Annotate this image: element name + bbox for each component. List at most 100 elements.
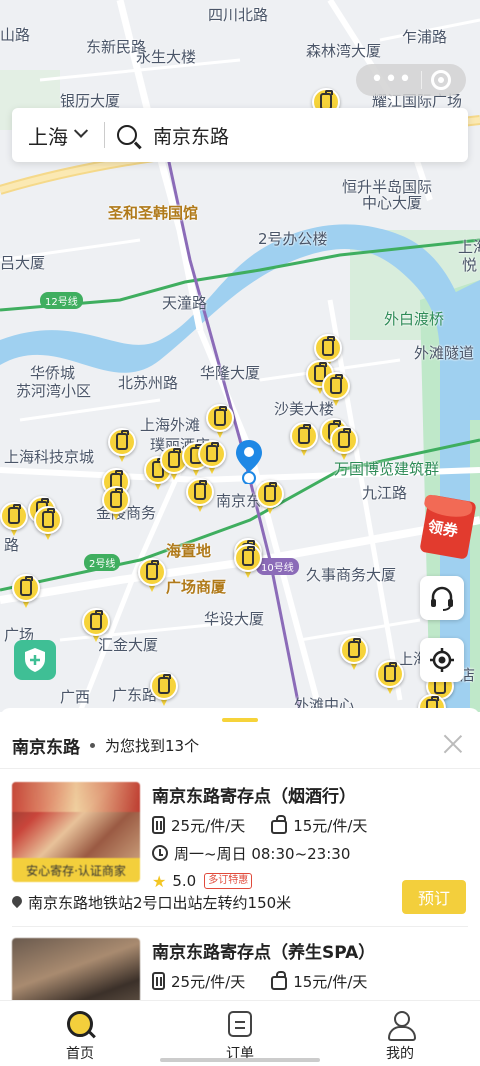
luggage-locker-pin[interactable] [0, 502, 28, 538]
map-place-label: 海置地 [166, 542, 212, 560]
results-keyword: 南京东路 [12, 737, 80, 758]
order-list-icon [228, 1011, 252, 1037]
luggage-locker-pin[interactable] [256, 480, 284, 516]
store-divider [12, 926, 468, 927]
store-card[interactable]: 安心寄存·认证商家 南京东路寄存点（烟酒行） 25元/件/天 15元/件/天 周… [12, 782, 468, 922]
luggage-icon [158, 674, 171, 694]
luggage-locker-pin[interactable] [330, 426, 358, 462]
large-price-text: 15元/件/天 [293, 972, 368, 991]
selected-location-pin[interactable] [236, 440, 262, 484]
luggage-locker-pin[interactable] [234, 544, 262, 580]
headset-icon [431, 586, 453, 611]
luggage-locker-pin[interactable] [376, 660, 404, 696]
map-place-label: 圣和圣韩国馆 [108, 204, 199, 222]
luggage-locker-pin[interactable] [198, 440, 226, 476]
insurance-button[interactable] [14, 640, 56, 680]
close-icon[interactable] [442, 732, 464, 754]
tab-me[interactable]: 我的 [320, 1001, 480, 1066]
search-icon[interactable] [117, 125, 137, 145]
store-photo[interactable]: 安心寄存·认证商家 [12, 782, 140, 882]
map-place-label: 悦 [462, 256, 478, 274]
luggage-icon [168, 448, 181, 468]
luggage-locker-pin[interactable] [102, 486, 130, 522]
mini-program-capsule[interactable]: ••• [356, 64, 466, 96]
close-miniprogram-icon[interactable] [431, 70, 452, 90]
search-input[interactable]: 南京东路 [153, 122, 229, 149]
luggage-locker-pin[interactable] [322, 372, 350, 408]
tab-orders[interactable]: 订单 [160, 1001, 320, 1066]
luggage-icon [110, 488, 123, 508]
luggage-locker-pin[interactable] [108, 428, 136, 464]
luggage-locker-pin[interactable] [82, 608, 110, 644]
hours-row: 周一~周日 08:30~23:30 [152, 842, 468, 864]
results-sheet[interactable]: 南京东路 为您找到13个 安心寄存·认证商家 南京东路寄存点（烟酒行） 25元/… [0, 708, 480, 1000]
luggage-icon [20, 576, 33, 596]
address-text: 南京东路地铁站2号口出站左转约150米 [28, 894, 292, 912]
map-place-label: 广西 [60, 688, 91, 706]
map-view[interactable]: 四川北路 山路 东新民路 永生大楼 森林湾大厦 乍浦路 银历大厦 耀江国际广场 恒升半岛国际 中心… [0, 0, 480, 712]
map-place-label: 上海科技京城 [4, 448, 95, 466]
tab-home-label: 首页 [66, 1046, 94, 1062]
customer-service-button[interactable] [420, 576, 464, 620]
map-place-label: 2号办公楼 [258, 230, 328, 248]
bottom-tab-bar: 首页 订单 我的 [0, 1000, 480, 1066]
suitcase-icon [152, 972, 165, 990]
rating-value: 5.0 [172, 872, 197, 890]
map-place-label: 外滩隧道 [414, 344, 475, 362]
small-price-text: 25元/件/天 [171, 816, 246, 835]
map-place-label: 华设大厦 [204, 610, 265, 628]
luggage-icon [116, 430, 129, 450]
luggage-icon [42, 508, 55, 528]
store-address[interactable]: 南京东路地铁站2号口出站左转约150米 [12, 892, 291, 913]
map-place-label: 华隆大厦 [200, 364, 261, 382]
city-label: 上海 [28, 124, 68, 149]
coupon-button[interactable]: 领券 [419, 493, 480, 560]
luggage-locker-pin[interactable] [340, 636, 368, 672]
suitcase-icon [152, 816, 165, 834]
results-header: 南京东路 为您找到13个 [12, 732, 468, 758]
large-item-price: 15元/件/天 [271, 815, 367, 836]
map-place-label: 永生大楼 [136, 48, 197, 66]
more-dots-icon[interactable]: ••• [371, 69, 413, 91]
map-place-label: 乍浦路 [402, 28, 448, 46]
luggage-icon [322, 336, 335, 356]
capsule-divider [421, 71, 423, 89]
luggage-icon [146, 560, 159, 580]
bag-icon [271, 815, 288, 834]
price-row: 25元/件/天 15元/件/天 [152, 970, 468, 992]
map-place-label: 中心大厦 [362, 194, 423, 212]
locate-me-button[interactable] [420, 638, 464, 682]
home-indicator [160, 1058, 320, 1062]
store-photo[interactable] [12, 938, 140, 1000]
map-place-label: 九江路 [362, 484, 408, 502]
luggage-locker-pin[interactable] [138, 558, 166, 594]
luggage-locker-pin[interactable] [150, 672, 178, 708]
header-dot [90, 742, 95, 748]
small-item-price: 25元/件/天 [152, 971, 245, 992]
bag-icon [271, 971, 288, 990]
luggage-icon [338, 428, 351, 448]
city-selector[interactable]: 上海 [12, 121, 104, 150]
book-button[interactable]: 预订 [402, 880, 466, 914]
sheet-drag-handle[interactable] [222, 718, 258, 722]
luggage-icon [298, 424, 311, 444]
tab-home[interactable]: 首页 [0, 1001, 160, 1066]
tab-me-label: 我的 [386, 1046, 414, 1062]
price-row: 25元/件/天 15元/件/天 [152, 814, 468, 836]
map-place-label: 南京东 [216, 492, 262, 510]
map-place-label: 北苏州路 [118, 374, 179, 392]
luggage-locker-pin[interactable] [186, 478, 214, 514]
luggage-locker-pin[interactable] [34, 506, 62, 542]
large-price-text: 15元/件/天 [293, 816, 368, 835]
map-place-label: 天潼路 [162, 294, 208, 312]
store-name: 南京东路寄存点（烟酒行） [152, 787, 356, 807]
luggage-icon [90, 610, 103, 630]
luggage-locker-pin[interactable] [290, 422, 318, 458]
store-info: 南京东路寄存点（养生SPA） 25元/件/天 15元/件/天 [152, 938, 468, 992]
store-card[interactable]: 南京东路寄存点（养生SPA） 25元/件/天 15元/件/天 [12, 938, 468, 1000]
luggage-locker-pin[interactable] [206, 404, 234, 440]
map-place-label: 苏河湾小区 [16, 382, 92, 400]
map-place-label: 广场商厦 [166, 578, 227, 596]
luggage-locker-pin[interactable] [12, 574, 40, 610]
map-place-label: 久事商务大厦 [306, 566, 397, 584]
